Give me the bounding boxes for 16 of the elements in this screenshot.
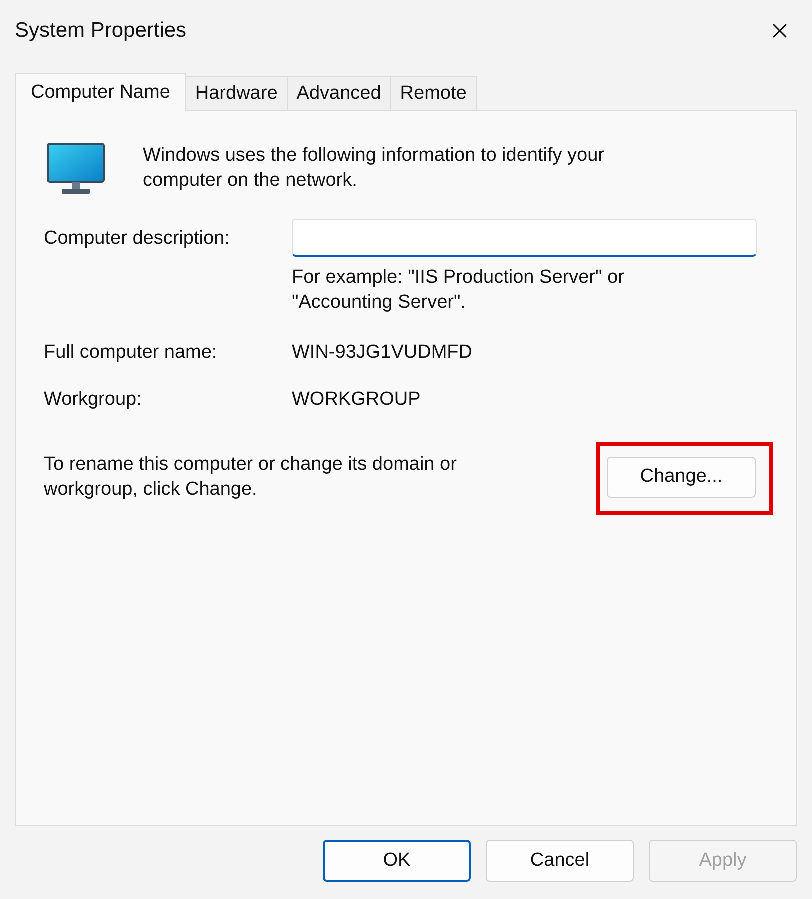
hint-text: For example: "IIS Production Server" or "Accounting Server".	[292, 266, 626, 315]
change-button[interactable]: Change...	[607, 456, 756, 498]
field-value: WIN-93JG1VUDMFD	[292, 341, 474, 365]
dialog-button[interactable]: OK	[323, 840, 471, 882]
rename-text: To rename this computer or change its domain or workgroup, click Change.	[44, 453, 458, 502]
window-title: System Properties	[15, 19, 187, 43]
field-value: WORKGROUP	[292, 388, 422, 412]
monitor-icon	[47, 143, 105, 195]
tab[interactable]: Remote	[390, 76, 477, 110]
field-label: Full computer name:	[44, 341, 218, 365]
input-field[interactable]	[292, 219, 757, 257]
tab[interactable]: Computer Name	[15, 73, 186, 111]
dialog-button[interactable]: Cancel	[486, 840, 634, 882]
field-label: Computer description:	[44, 226, 231, 250]
intro-text: Windows uses the following information to identify your computer on the network.	[143, 144, 606, 193]
field-label: Workgroup:	[44, 388, 143, 412]
